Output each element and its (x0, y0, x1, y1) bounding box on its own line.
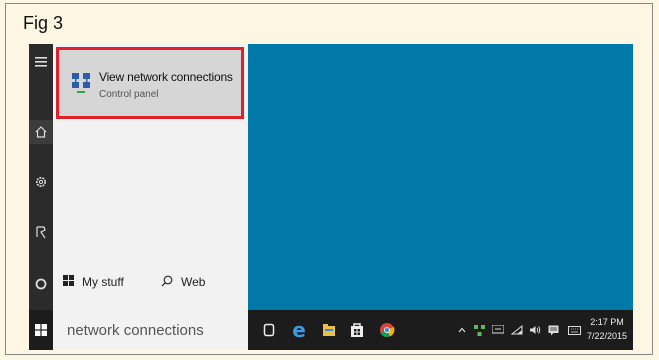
taskbar: network connections e 2:17 PM 7/22/2015 (29, 310, 633, 350)
network-icon[interactable] (473, 322, 485, 338)
cortana-icon[interactable] (29, 272, 53, 296)
keyboard-icon[interactable] (567, 322, 581, 338)
web-button[interactable]: Web (161, 270, 205, 294)
start-rail (29, 44, 53, 310)
file-explorer-icon[interactable] (317, 318, 341, 342)
search-query: network connections (67, 321, 204, 339)
chevron-up-icon[interactable] (457, 322, 467, 338)
hamburger-icon[interactable] (29, 50, 53, 74)
clock[interactable]: 2:17 PM 7/22/2015 (587, 315, 627, 343)
volume-icon[interactable] (529, 322, 541, 338)
my-stuff-button[interactable]: My stuff (63, 270, 124, 294)
store-icon[interactable] (345, 318, 369, 342)
settings-icon[interactable] (29, 170, 53, 194)
search-icon (161, 275, 173, 290)
my-stuff-label: My stuff (82, 275, 124, 289)
search-result-title: View network connections (99, 70, 233, 84)
network-2-icon[interactable] (491, 322, 505, 338)
figure-frame: Fig 3 View network connections Control p… (5, 3, 653, 355)
home-icon[interactable] (29, 120, 53, 144)
chrome-icon[interactable] (375, 318, 399, 342)
search-input[interactable]: network connections (53, 310, 248, 350)
search-result-view-network-connections[interactable]: View network connections Control panel (56, 47, 244, 119)
clock-time: 2:17 PM (590, 317, 624, 327)
start-button[interactable] (29, 310, 53, 350)
search-result-subtitle: Control panel (99, 89, 159, 100)
windows-logo-icon (35, 324, 47, 336)
clock-date: 7/22/2015 (586, 331, 627, 341)
wifi-icon[interactable] (511, 322, 523, 338)
notifications-icon[interactable] (547, 322, 559, 338)
windows-logo-icon (63, 275, 74, 289)
desktop-screen: View network connections Control panel M… (29, 44, 633, 350)
task-view-icon[interactable] (257, 318, 281, 342)
web-label: Web (181, 275, 206, 289)
feedback-icon[interactable] (29, 220, 53, 244)
edge-icon[interactable]: e (287, 318, 311, 342)
search-results-panel: View network connections Control panel M… (53, 44, 248, 310)
figure-label: Fig 3 (23, 13, 64, 33)
network-connections-icon (71, 72, 91, 96)
